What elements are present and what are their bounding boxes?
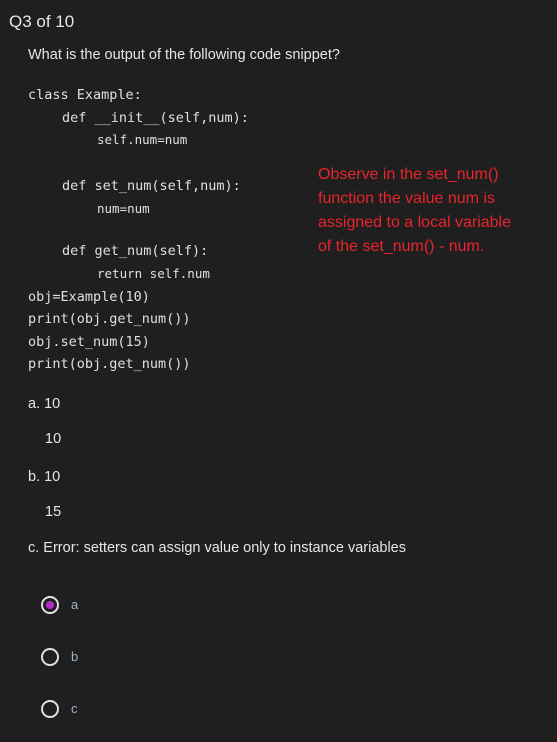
note-line: assigned to a local variable (318, 214, 512, 231)
radio-c-label[interactable]: c (71, 701, 78, 716)
code-line: num=num (97, 201, 150, 216)
annotation-note: Observe in the set_num() function the val… (318, 163, 511, 259)
code-line: def set_num(self,num): (62, 178, 241, 194)
note-line: of the set_num() - num. (318, 238, 485, 255)
code-line: self.num=num (97, 132, 188, 147)
code-line: return self.num (97, 266, 210, 281)
question-prompt: What is the output of the following code… (28, 47, 340, 63)
code-line: obj.set_num(15) (28, 334, 150, 350)
code-line: def get_num(self): (62, 243, 209, 259)
code-line: def __init__(self,num): (62, 110, 249, 126)
note-line: Observe in the set_num() (318, 166, 499, 183)
radio-b[interactable] (41, 648, 59, 666)
code-line: print(obj.get_num()) (28, 311, 191, 327)
code-line: obj=Example(10) (28, 289, 150, 305)
option-a-text: a. 10 (28, 396, 61, 412)
radio-a-label[interactable]: a (71, 597, 78, 612)
note-line: function the value num is (318, 190, 495, 207)
option-b-text: b. 10 (28, 469, 61, 485)
option-c-text: c. Error: setters can assign value only … (28, 540, 406, 556)
radio-a[interactable] (41, 596, 59, 614)
radio-b-label[interactable]: b (71, 649, 78, 664)
code-line: class Example: (28, 87, 142, 103)
code-line: print(obj.get_num()) (28, 356, 191, 372)
question-counter: Q3 of 10 (9, 12, 75, 31)
option-b-text-2: 15 (45, 504, 62, 520)
option-a-text-2: 10 (45, 431, 62, 447)
radio-c[interactable] (41, 700, 59, 718)
